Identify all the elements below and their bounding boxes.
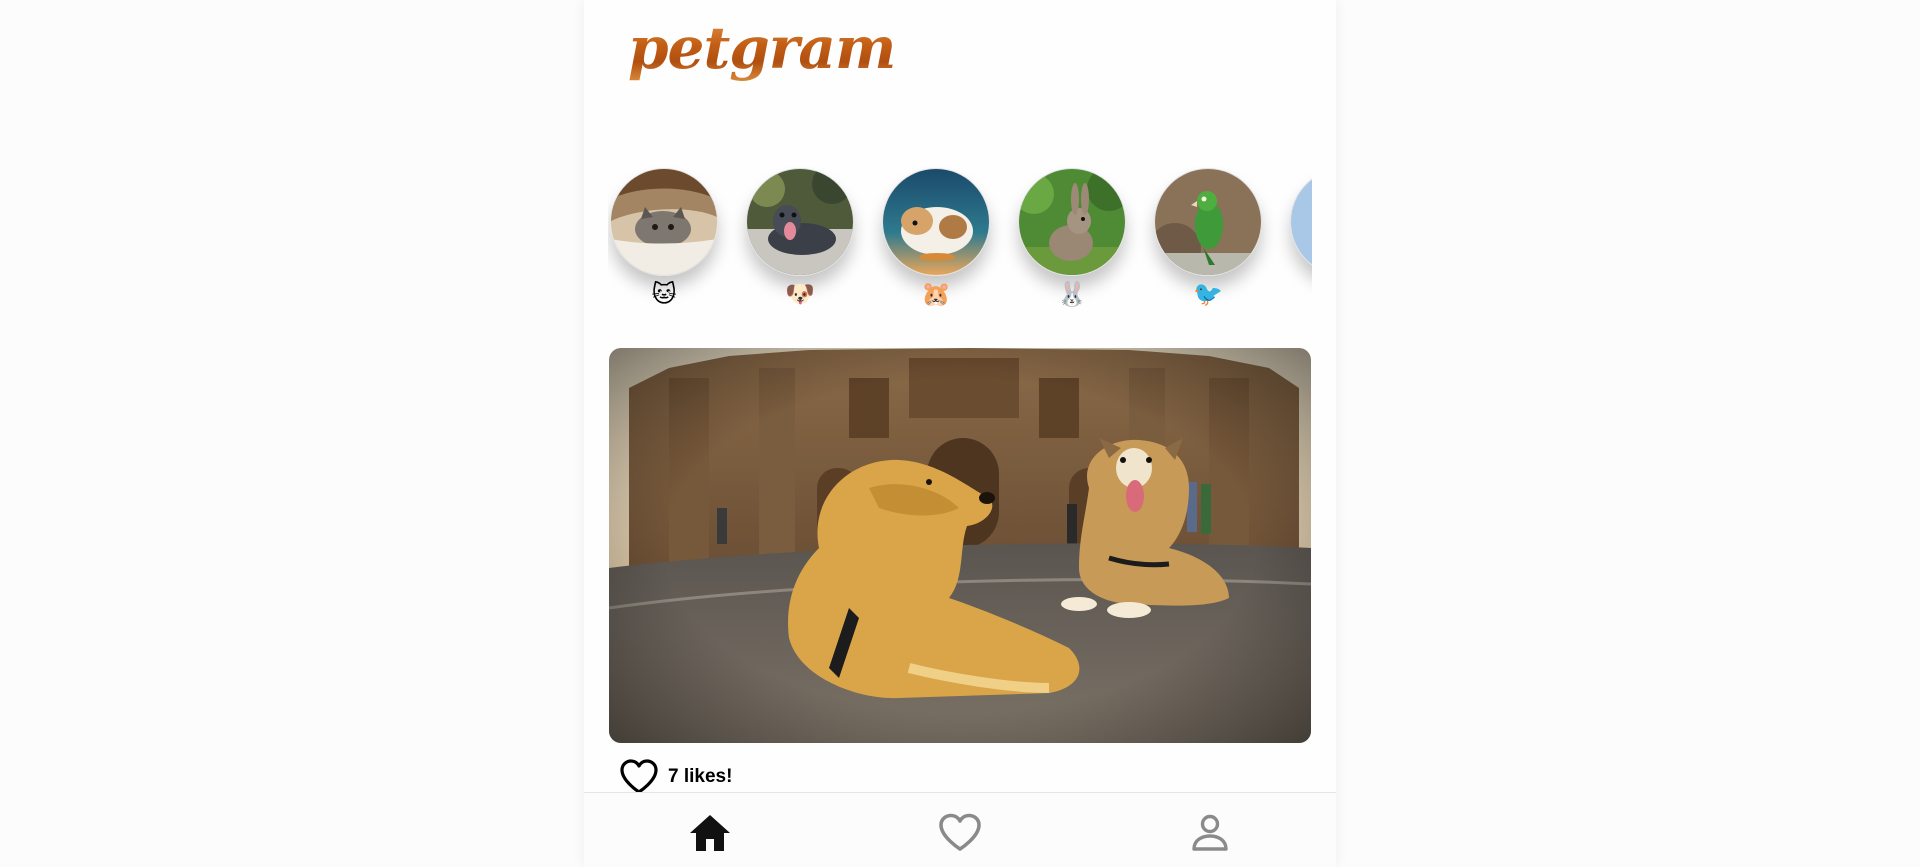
bird-category-photo[interactable] xyxy=(1154,168,1262,276)
cat-category-photo[interactable] xyxy=(610,168,718,276)
hamster-category[interactable]: 🐹 xyxy=(880,166,992,316)
hamster-category-photo[interactable] xyxy=(882,168,990,276)
app-container: petgram 🐱 🐶 🐹 🐰 🐦 7 likes! xyxy=(584,0,1336,867)
nav-favorites[interactable] xyxy=(936,809,984,857)
category-list: 🐱 🐶 🐹 🐰 🐦 xyxy=(608,166,1312,318)
cat-category[interactable]: 🐱 xyxy=(608,166,720,316)
bird-emoji: 🐦 xyxy=(1193,280,1223,308)
next-category-photo[interactable] xyxy=(1290,168,1312,276)
dog-emoji: 🐶 xyxy=(785,280,815,308)
heart-icon xyxy=(939,813,981,851)
cat-emoji: 🐱 xyxy=(651,280,677,308)
bird-category[interactable]: 🐦 xyxy=(1152,166,1264,316)
rabbit-emoji: 🐰 xyxy=(1057,280,1087,308)
dog-category[interactable]: 🐶 xyxy=(744,166,856,316)
hamster-emoji: 🐹 xyxy=(921,280,951,308)
petgram-logo[interactable]: petgram xyxy=(628,14,896,82)
rabbit-category-photo[interactable] xyxy=(1018,168,1126,276)
nav-user[interactable] xyxy=(1186,809,1234,857)
user-icon xyxy=(1192,814,1228,851)
rabbit-category[interactable]: 🐰 xyxy=(1016,166,1128,316)
heart-outline-icon[interactable] xyxy=(618,757,660,797)
post-photo[interactable] xyxy=(609,348,1311,743)
likes-count: 7 likes! xyxy=(668,766,733,787)
next-category-partial[interactable] xyxy=(1288,166,1312,316)
nav-home[interactable] xyxy=(686,809,734,857)
bottom-navigation xyxy=(584,792,1336,867)
home-icon xyxy=(690,815,730,851)
dog-category-photo[interactable] xyxy=(746,168,854,276)
likes-row: 7 likes! xyxy=(618,757,732,797)
